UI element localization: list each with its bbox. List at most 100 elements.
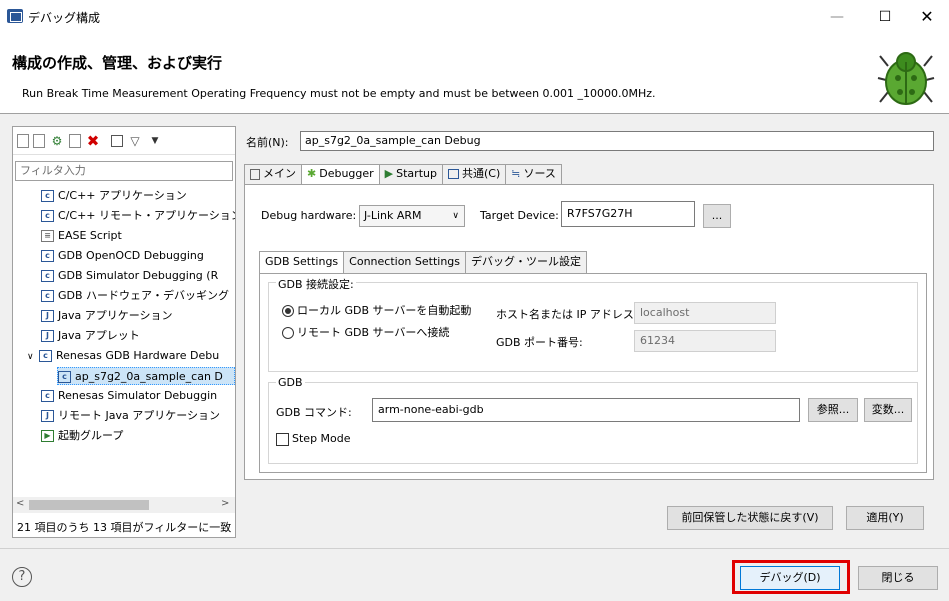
- scroll-left-icon[interactable]: <: [16, 498, 24, 509]
- java-icon: J: [41, 410, 54, 422]
- host-input: localhost: [634, 302, 776, 324]
- minimize-button[interactable]: —: [822, 6, 852, 28]
- java-icon: J: [41, 330, 54, 342]
- tree-item-java-app[interactable]: J Java アプリケーション: [41, 307, 173, 325]
- close-window-button[interactable]: ✕: [912, 6, 942, 28]
- port-label: GDB ポート番号:: [496, 336, 583, 349]
- config-editor-pane: 名前(N): ap_s7g2_0a_sample_can Debug メイン ✱…: [240, 126, 938, 536]
- gdb-connection-group-label: GDB 接続設定:: [276, 276, 356, 292]
- cpp-icon: c: [41, 210, 54, 222]
- debugger-tab-icon: ✱: [307, 167, 317, 180]
- port-input: 61234: [634, 330, 776, 352]
- tab-startup[interactable]: ▶ Startup: [378, 164, 443, 184]
- gdb-group-label: GDB: [276, 376, 305, 389]
- debugger-tab-panel: Debug hardware: J-Link ARM ∨ Target Devi…: [244, 184, 934, 480]
- filter-input[interactable]: フィルタ入力: [15, 161, 233, 181]
- bug-icon: [877, 52, 935, 105]
- config-tabs: メイン ✱ Debugger ▶ Startup 共通(C) ≒ ソース: [244, 164, 562, 185]
- debug-hardware-select[interactable]: J-Link ARM ∨: [359, 205, 465, 227]
- filter-icon[interactable]: ▽: [127, 133, 143, 149]
- gdb-command-input[interactable]: arm-none-eabi-gdb: [372, 398, 800, 422]
- tree-item-renesas-simulator[interactable]: c Renesas Simulator Debuggin: [41, 387, 217, 405]
- cpp-icon: c: [41, 190, 54, 202]
- tab-source[interactable]: ≒ ソース: [505, 164, 562, 184]
- target-device-label: Target Device:: [480, 209, 559, 222]
- tree-horizontal-scrollbar[interactable]: < >: [13, 497, 235, 513]
- host-label: ホスト名または IP アドレス:: [496, 308, 638, 321]
- radio-selected-icon[interactable]: [282, 305, 294, 317]
- cpp-icon: c: [39, 350, 52, 362]
- subtab-connection-settings[interactable]: Connection Settings: [343, 251, 467, 273]
- radio-unselected-icon[interactable]: [282, 327, 294, 339]
- tree-item-cpp-app[interactable]: c C/C++ アプリケーション: [41, 187, 187, 205]
- java-icon: J: [41, 310, 54, 322]
- tree-item-gdb-simulator[interactable]: c GDB Simulator Debugging (R: [41, 267, 218, 285]
- tab-main[interactable]: メイン: [244, 164, 302, 184]
- filter-menu-icon[interactable]: ▼: [147, 133, 163, 149]
- cpp-icon: c: [58, 371, 71, 383]
- name-input[interactable]: ap_s7g2_0a_sample_can Debug: [300, 131, 934, 151]
- close-button[interactable]: 閉じる: [858, 566, 938, 590]
- help-icon[interactable]: ?: [12, 567, 32, 587]
- debug-button-highlight: [732, 560, 850, 594]
- expand-chevron-icon[interactable]: ∨: [27, 348, 39, 366]
- error-message: Run Break Time Measurement Operating Fre…: [22, 87, 656, 100]
- new-config-icon[interactable]: [17, 133, 29, 148]
- scroll-right-icon[interactable]: >: [221, 498, 229, 509]
- tree-item-gdb-hardware[interactable]: c GDB ハードウェア・デバッギング: [41, 287, 229, 305]
- app-icon: [7, 9, 23, 23]
- gdb-variables-button[interactable]: 変数...: [864, 398, 912, 422]
- subtab-debug-tool-settings[interactable]: デバッグ・ツール設定: [465, 251, 588, 273]
- tree-item-java-applet[interactable]: J Java アプレット: [41, 327, 140, 345]
- radio-local-server[interactable]: ローカル GDB サーバーを自動起動: [282, 302, 471, 318]
- apply-button[interactable]: 適用(Y): [846, 506, 924, 530]
- tab-debugger[interactable]: ✱ Debugger: [301, 164, 380, 185]
- tree-item-gdb-openocd[interactable]: c GDB OpenOCD Debugging: [41, 247, 204, 265]
- cpp-icon: c: [41, 290, 54, 302]
- name-label: 名前(N):: [246, 136, 289, 149]
- target-device-input[interactable]: R7FS7G27H: [561, 201, 695, 227]
- filter-status: 21 項目のうち 13 項目がフィルターに一致: [17, 521, 232, 534]
- dialog-header: 構成の作成、管理、および実行 Run Break Time Measuremen…: [0, 34, 949, 114]
- tree-item-launch-group[interactable]: ▶ 起動グループ: [41, 427, 123, 445]
- export-config-icon[interactable]: ⚙: [49, 133, 65, 149]
- main-tab-icon: [250, 168, 260, 180]
- tree-item-ease-script[interactable]: ≡ EASE Script: [41, 227, 122, 245]
- step-mode-checkbox[interactable]: Step Mode: [276, 432, 351, 446]
- chevron-down-icon: ∨: [452, 211, 459, 221]
- startup-tab-icon: ▶: [384, 167, 394, 180]
- script-icon: ≡: [41, 230, 54, 242]
- tree-item-remote-java[interactable]: J リモート Java アプリケーション: [41, 407, 220, 425]
- duplicate-config-icon[interactable]: [69, 133, 81, 148]
- cpp-icon: c: [41, 270, 54, 282]
- config-toolbar: ⚙ ✖ ▽ ▼: [13, 127, 235, 155]
- radio-remote-server[interactable]: リモート GDB サーバーへ接続: [282, 324, 449, 340]
- dialog-title: 構成の作成、管理、および実行: [12, 54, 223, 72]
- common-tab-icon: [447, 169, 459, 179]
- checkbox-unchecked-icon[interactable]: [276, 432, 289, 446]
- gdb-subtabs: GDB Settings Connection Settings デバッグ・ツー…: [259, 251, 588, 274]
- config-tree: c C/C++ アプリケーション c C/C++ リモート・アプリケーション ≡ EA…: [13, 185, 235, 485]
- subtab-gdb-settings[interactable]: GDB Settings: [259, 251, 345, 274]
- maximize-button[interactable]: ☐: [870, 6, 900, 28]
- cpp-icon: c: [41, 250, 54, 262]
- scrollbar-thumb[interactable]: [29, 500, 149, 510]
- revert-button[interactable]: 前回保管した状態に戻す(V): [667, 506, 833, 530]
- target-device-browse-button[interactable]: ...: [703, 204, 731, 228]
- tree-item-ap-sample-can[interactable]: c ap_s7g2_0a_sample_can D: [57, 367, 235, 385]
- new-prototype-icon[interactable]: [33, 133, 45, 148]
- tab-common[interactable]: 共通(C): [441, 164, 507, 184]
- tree-item-renesas-gdb-hw[interactable]: ∨ c Renesas GDB Hardware Debu: [27, 347, 219, 365]
- collapse-all-icon[interactable]: [111, 134, 123, 147]
- footer-separator: [0, 548, 949, 549]
- window-title: デバッグ構成: [28, 11, 101, 25]
- title-bar: デバッグ構成 — ☐ ✕: [0, 0, 949, 34]
- debug-hardware-label: Debug hardware:: [261, 209, 357, 222]
- gdb-browse-button[interactable]: 参照...: [808, 398, 858, 422]
- gdb-group: [268, 382, 918, 464]
- source-tab-icon: ≒: [511, 167, 521, 180]
- gdb-command-label: GDB コマンド:: [276, 406, 352, 419]
- cpp-icon: c: [41, 390, 54, 402]
- tree-item-cpp-remote[interactable]: c C/C++ リモート・アプリケーション: [41, 207, 235, 225]
- delete-config-icon[interactable]: ✖: [85, 132, 101, 150]
